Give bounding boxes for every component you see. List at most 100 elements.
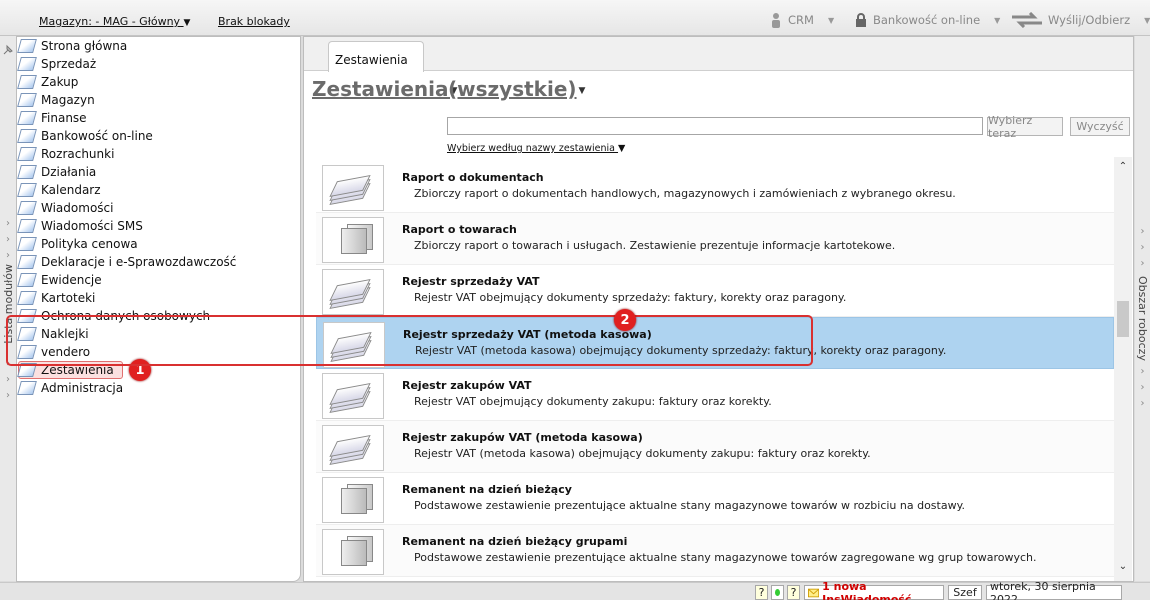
report-description: Zbiorczy raport o towarach i usługach. Z… [414,239,896,252]
chevron-down-icon: ▼ [618,143,626,154]
sidebar-item-label: Ewidencje [41,273,102,287]
sidebar-item-naklejki[interactable]: Naklejki [17,325,89,343]
pin-icon [3,44,13,55]
chevron-right-icon: › [6,374,10,385]
report-title: Remanent na dzień bieżący grupami [402,535,628,548]
crm-label: CRM [788,13,814,27]
report-row[interactable]: Rejestr zakupów VAT Rejestr VAT obejmując… [316,369,1114,421]
module-icon [17,255,37,269]
notification-label: 1 nowa InsWiadomość [822,579,912,600]
chevron-right-icon: › [6,218,10,229]
sidebar-item-ewidencje[interactable]: Ewidencje [17,271,102,289]
notification-link[interactable]: 1 nowa InsWiadomość [804,580,944,600]
top-toolbar: Magazyn: - MAG - Główny ▼ Brak blokady C… [0,0,1150,36]
report-description: Rejestr VAT obejmujący dokumenty sprzeda… [414,291,847,304]
report-description: Rejestr VAT (metoda kasowa) obejmujący d… [414,447,871,460]
module-icon [17,381,37,395]
sidebar-item-deklaracje-i-e-sprawozdawczość[interactable]: Deklaracje i e-Sprawozdawczość [17,253,237,271]
chevron-right-icon: › [6,250,10,261]
main-panel: Zestawienia Zestawienia ▼ (wszystkie) ▼ Wy… [303,36,1134,582]
sidebar-item-zakup[interactable]: Zakup [17,73,79,91]
send-receive-label: Wyślij/Odbierz [1048,13,1131,27]
sidebar-item-zestawienia[interactable]: Zestawienia [17,361,123,379]
sidebar-item-label: Działania [41,165,97,179]
sidebar-item-label: Sprzedaż [41,57,97,71]
sidebar-item-label: Deklaracje i e-Sprawozdawczość [41,255,237,269]
chevron-down-icon: ▼ [994,15,1001,25]
tab-zestawienia[interactable]: Zestawienia [328,41,424,72]
report-row[interactable]: Raport o dokumentach Zbiorczy raport o do… [316,161,1114,213]
module-icon [17,165,37,179]
report-description: Zbiorczy raport o dokumentach handlowych… [414,187,956,200]
report-row[interactable]: Rejestr zakupów VAT (metoda kasowa) Rejes… [316,421,1114,473]
sidebar-item-finanse[interactable]: Finanse [17,109,87,127]
sidebar-item-vendero[interactable]: vendero [17,343,90,361]
filter-by-name-label: Wybierz według nazwy zestawienia [447,143,615,154]
help-icon[interactable]: ? [755,585,768,600]
clear-button[interactable]: Wyczyść [1070,117,1130,136]
sidebar-item-wiadomości-sms[interactable]: Wiadomości SMS [17,217,143,235]
crm-button[interactable]: CRM ▼ [768,12,834,28]
document-stack-icon [322,425,384,471]
page-title: Zestawienia [312,77,449,101]
sidebar-item-kalendarz[interactable]: Kalendarz [17,181,101,199]
select-now-button[interactable]: Wybierz teraz [987,114,1063,140]
sidebar-item-label: Wiadomości SMS [41,219,143,233]
report-title: Rejestr zakupów VAT (metoda kasowa) [402,431,643,444]
report-search-input[interactable] [447,117,983,135]
lock-status-link[interactable]: Brak blokady [218,15,290,28]
sidebar-item-label: Finanse [41,111,87,125]
report-title: Rejestr zakupów VAT [402,379,532,392]
module-icon [17,219,37,233]
sidebar-item-sprzedaż[interactable]: Sprzedaż [17,55,97,73]
module-icon [17,363,37,377]
sidebar-item-rozrachunki[interactable]: Rozrachunki [17,145,114,163]
sidebar-item-strona-główna[interactable]: Strona główna [17,37,127,55]
sidebar-item-label: Bankowość on-line [41,129,153,143]
module-icon [17,273,37,287]
sidebar-item-bankowość-on-line[interactable]: Bankowość on-line [17,127,153,145]
report-row[interactable]: Remanent na dzień bieżący Podstawowe zest… [316,473,1114,525]
sidebar-item-magazyn[interactable]: Magazyn [17,91,95,109]
online-status-icon [771,585,784,600]
info-icon[interactable]: ? [787,585,800,600]
workspace-strip[interactable]: › › › Obszar roboczy › › › [1135,36,1150,581]
warehouse-selector[interactable]: Magazyn: - MAG - Główny ▼ [39,15,190,28]
report-row[interactable]: Rejestr sprzedaży VAT (metoda kasowa) Rej… [316,317,1114,369]
sidebar-item-label: Administracja [41,381,124,395]
scrollbar-thumb[interactable] [1117,301,1129,337]
report-row[interactable]: Remanent na dzień bieżący grupami Podstaw… [316,525,1114,577]
document-stack-icon [323,322,385,368]
module-icon [17,129,37,143]
sidebar-item-label: Wiadomości [41,201,114,215]
sidebar-item-wiadomości[interactable]: Wiadomości [17,199,114,217]
vertical-scrollbar[interactable]: ⌃ ⌄ [1114,157,1132,581]
chevron-right-icon: › [6,358,10,369]
sidebar-item-label: Kalendarz [41,183,101,197]
product-box-icon [322,477,384,523]
module-icon [17,201,37,215]
sidebar-item-polityka-cenowa[interactable]: Polityka cenowa [17,235,138,253]
sidebar-item-kartoteki[interactable]: Kartoteki [17,289,96,307]
reports-category-dropdown[interactable]: Zestawienia ▼ [312,77,457,101]
sidebar-item-label: Zakup [41,75,79,89]
sidebar-item-administracja[interactable]: Administracja [17,379,124,397]
module-icon [17,291,37,305]
reports-filter-dropdown[interactable]: (wszystkie) ▼ [448,77,585,101]
report-title: Rejestr sprzedaży VAT [402,275,540,288]
scroll-down-icon[interactable]: ⌄ [1114,561,1132,572]
chevron-down-icon: ▼ [578,85,586,96]
module-list-strip[interactable]: › › › Lista modułów › › › [0,36,16,581]
filter-by-name-dropdown[interactable]: Wybierz według nazwy zestawienia ▼ [447,143,625,154]
banking-button[interactable]: Bankowość on-line ▼ [853,12,1000,28]
send-receive-button[interactable]: Wyślij/Odbierz ▼ [1010,12,1150,28]
scroll-up-icon[interactable]: ⌃ [1114,161,1132,172]
report-row[interactable]: Rejestr sprzedaży VAT Rejestr VAT obejmuj… [316,265,1114,317]
module-list-panel: Strona główna Sprzedaż Zakup Magazyn Finanse… [16,36,301,582]
tab-bar: Zestawienia [304,37,1133,72]
envelope-icon [808,588,820,597]
report-row[interactable]: Raport o towarach Zbiorczy raport o towar… [316,213,1114,265]
sidebar-item-ochrona-danych-osobowych[interactable]: Ochrona danych osobowych [17,307,210,325]
sidebar-item-działania[interactable]: Działania [17,163,97,181]
sidebar-item-label: Kartoteki [41,291,96,305]
